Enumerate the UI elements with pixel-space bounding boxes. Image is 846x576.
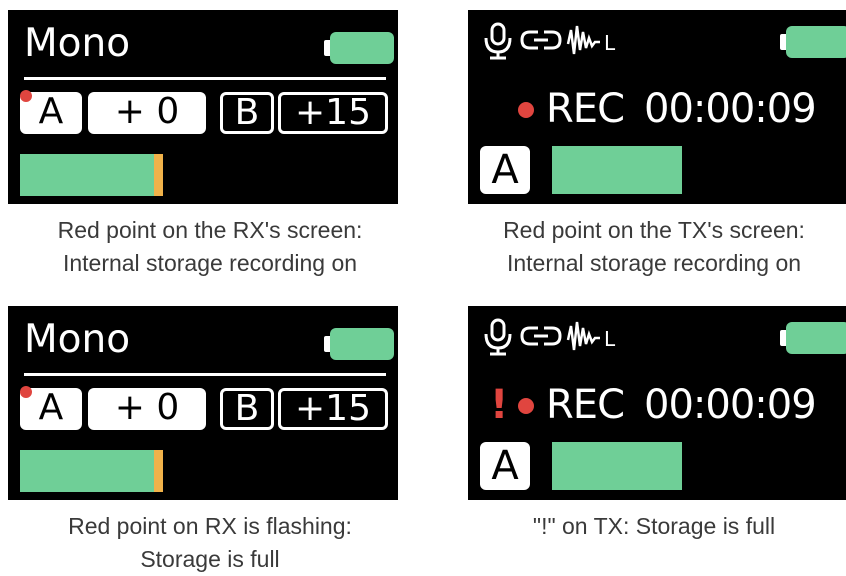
channel-a-label: A	[38, 91, 64, 132]
microphone-icon	[484, 318, 512, 356]
battery-icon	[786, 26, 846, 58]
gain-b-badge: +15	[278, 92, 388, 134]
caption-line: "!" on TX: Storage is full	[532, 513, 776, 539]
flashing-dot-indicator	[20, 386, 32, 398]
divider	[24, 373, 386, 376]
gain-b-value: +15	[295, 388, 371, 429]
channel-b-label: B	[234, 388, 260, 429]
waveform-icon	[566, 321, 600, 351]
rx-screen-storage-full: Mono A + 0 B +15	[8, 306, 398, 500]
channel-label: A	[491, 147, 519, 193]
link-icon	[520, 326, 562, 346]
link-icon	[520, 30, 562, 50]
channel-a-label: A	[38, 387, 64, 428]
rec-label: REC	[546, 382, 625, 428]
channel-badge: A	[480, 146, 530, 194]
caption-rx-storage-full: Red point on RX is flashing: Storage is …	[0, 510, 420, 576]
battery-icon	[330, 328, 394, 360]
caption-line: Red point on RX is flashing:	[68, 513, 352, 539]
level-meter-peak	[154, 450, 163, 492]
rec-timer: 00:00:09	[644, 86, 817, 132]
caption-line: Internal storage recording on	[506, 250, 802, 276]
level-meter	[552, 442, 682, 490]
tx-screen-recording: L REC 00:00:09 A	[468, 10, 846, 204]
rx-screen-recording: Mono A + 0 B +15	[8, 10, 398, 204]
channel-side-label: L	[604, 31, 616, 55]
channel-badge: A	[480, 442, 530, 490]
level-meter	[20, 450, 158, 492]
divider	[24, 77, 386, 80]
microphone-icon	[484, 22, 512, 60]
recording-dot-indicator	[518, 102, 534, 118]
rec-label: REC	[546, 86, 625, 132]
level-meter	[20, 154, 158, 196]
tx-status-icons: L	[484, 318, 616, 356]
storage-full-warning: !	[490, 382, 509, 428]
channel-label: A	[491, 443, 519, 489]
gain-a-badge: + 0	[88, 388, 206, 430]
caption-line: Red point on the TX's screen:	[503, 217, 805, 243]
gain-b-value: +15	[295, 92, 371, 133]
mode-label: Mono	[24, 317, 131, 362]
mode-label: Mono	[24, 21, 131, 66]
channel-b-badge: B	[220, 388, 274, 430]
battery-icon	[786, 322, 846, 354]
gain-a-value: + 0	[114, 91, 180, 132]
gain-a-badge: + 0	[88, 92, 206, 134]
level-meter	[552, 146, 682, 194]
caption-tx-recording: Red point on the TX's screen: Internal s…	[444, 214, 846, 280]
tx-screen-storage-full: L ! REC 00:00:09 A	[468, 306, 846, 500]
waveform-icon	[566, 25, 600, 55]
battery-icon	[330, 32, 394, 64]
gain-b-badge: +15	[278, 388, 388, 430]
gain-a-value: + 0	[114, 387, 180, 428]
recording-dot-indicator	[20, 90, 32, 102]
caption-line: Storage is full	[140, 546, 280, 572]
rec-timer: 00:00:09	[644, 382, 817, 428]
channel-b-label: B	[234, 92, 260, 133]
recording-dot-indicator	[518, 398, 534, 414]
channel-side-label: L	[604, 327, 616, 351]
tx-status-icons: L	[484, 22, 616, 60]
channel-b-badge: B	[220, 92, 274, 134]
caption-rx-recording: Red point on the RX's screen: Internal s…	[0, 214, 420, 280]
caption-line: Internal storage recording on	[62, 250, 358, 276]
caption-line: Red point on the RX's screen:	[57, 217, 363, 243]
level-meter-peak	[154, 154, 163, 196]
caption-tx-storage-full: "!" on TX: Storage is full	[444, 510, 846, 543]
